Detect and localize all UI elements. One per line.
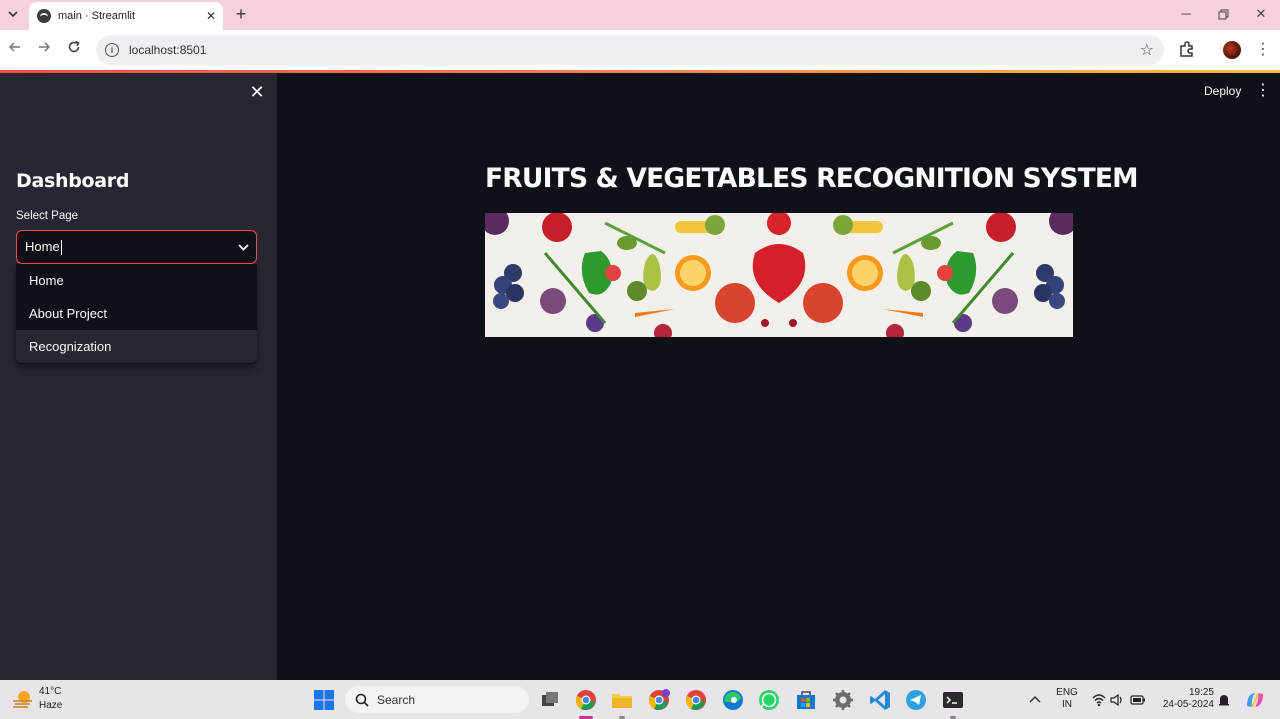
tab-close-icon[interactable]: ✕ <box>203 8 219 24</box>
select-page-label: Select Page <box>16 210 79 222</box>
chevron-down-icon[interactable] <box>230 230 256 264</box>
page-options-dropdown: Home About Project Recognization <box>16 264 257 364</box>
copilot-icon[interactable] <box>1243 688 1267 712</box>
extensions-puzzle-icon[interactable] <box>1178 40 1198 60</box>
back-arrow-icon[interactable] <box>5 40 25 60</box>
vscode-icon[interactable] <box>868 688 892 712</box>
selectbox-value[interactable]: Home <box>25 239 230 256</box>
windows-taskbar: 41°C Haze Search ENG IN 19:25 24-05-2024 <box>0 680 1280 719</box>
weather-condition: Haze <box>39 700 63 711</box>
region-code: IN <box>1062 699 1072 710</box>
weather-temperature: 41°C <box>39 686 62 697</box>
profile-avatar[interactable] <box>1223 41 1241 59</box>
page-title: FRUITS & VEGETABLES RECOGNITION SYSTEM <box>485 163 1139 194</box>
deploy-button[interactable]: Deploy <box>1196 80 1249 102</box>
tab-title: main · Streamlit <box>58 10 136 22</box>
file-explorer-icon[interactable] <box>610 688 634 712</box>
window-close-icon[interactable]: ✕ <box>1250 5 1272 25</box>
clock[interactable]: 19:25 24-05-2024 <box>1156 687 1214 711</box>
whatsapp-icon[interactable] <box>757 688 781 712</box>
forward-arrow-icon[interactable] <box>34 40 54 60</box>
volume-icon[interactable] <box>1110 688 1124 712</box>
chrome-icon[interactable] <box>574 688 598 712</box>
option-recognization[interactable]: Recognization <box>16 330 257 363</box>
sidebar: ✕ Dashboard Select Page Home Home About … <box>0 73 277 680</box>
reload-icon[interactable] <box>64 40 84 60</box>
telegram-icon[interactable] <box>904 688 928 712</box>
notification-bell-icon[interactable] <box>1217 688 1231 712</box>
chrome-secondary-icon[interactable] <box>684 688 708 712</box>
settings-gear-icon[interactable] <box>831 688 855 712</box>
search-placeholder: Search <box>377 692 416 707</box>
fruits-vegetables-banner-image <box>485 213 1073 337</box>
language-indicator[interactable]: ENG IN <box>1055 687 1079 711</box>
battery-icon[interactable] <box>1130 688 1146 712</box>
option-home[interactable]: Home <box>16 264 257 297</box>
option-about-project[interactable]: About Project <box>16 297 257 330</box>
site-info-icon[interactable]: i <box>105 43 119 57</box>
clock-time: 19:25 <box>1188 687 1214 698</box>
minimize-icon[interactable]: ─ <box>1175 5 1197 25</box>
bookmark-star-icon[interactable]: ☆ <box>1140 40 1154 60</box>
terminal-icon[interactable] <box>941 688 965 712</box>
sidebar-close-icon[interactable]: ✕ <box>247 82 267 102</box>
search-icon <box>355 693 369 707</box>
clock-date: 24-05-2024 <box>1162 699 1214 710</box>
language-code: ENG <box>1056 687 1078 698</box>
page-selectbox[interactable]: Home <box>16 230 257 264</box>
browser-toolbar: i localhost:8501 ☆ ⋮ <box>0 30 1280 70</box>
task-view-icon[interactable] <box>538 688 562 712</box>
windows-start-icon[interactable] <box>312 688 336 712</box>
restore-icon[interactable] <box>1212 5 1234 25</box>
browser-tab[interactable]: main · Streamlit ✕ <box>29 2 223 30</box>
text-caret <box>60 240 62 256</box>
wifi-icon[interactable] <box>1092 688 1106 712</box>
address-bar[interactable]: i localhost:8501 ☆ <box>96 35 1164 65</box>
show-hidden-icons-chevron-icon[interactable] <box>1027 688 1043 712</box>
weather-haze-icon[interactable] <box>12 689 34 709</box>
sidebar-heading: Dashboard <box>16 170 130 192</box>
browser-tab-strip: main · Streamlit ✕ + ─ ✕ <box>0 0 1280 30</box>
streamlit-favicon-icon <box>37 9 51 23</box>
microsoft-store-icon[interactable] <box>794 688 818 712</box>
browser-menu-icon[interactable]: ⋮ <box>1255 40 1271 60</box>
new-tab-icon[interactable]: + <box>231 5 251 25</box>
tab-search-chevron-icon[interactable] <box>4 4 22 24</box>
url-text: localhost:8501 <box>129 43 207 57</box>
taskbar-search[interactable]: Search <box>345 686 529 713</box>
main-menu-icon[interactable]: ⋮ <box>1255 80 1271 102</box>
edge-icon[interactable] <box>721 688 745 712</box>
chrome-profile-icon[interactable] <box>647 688 671 712</box>
